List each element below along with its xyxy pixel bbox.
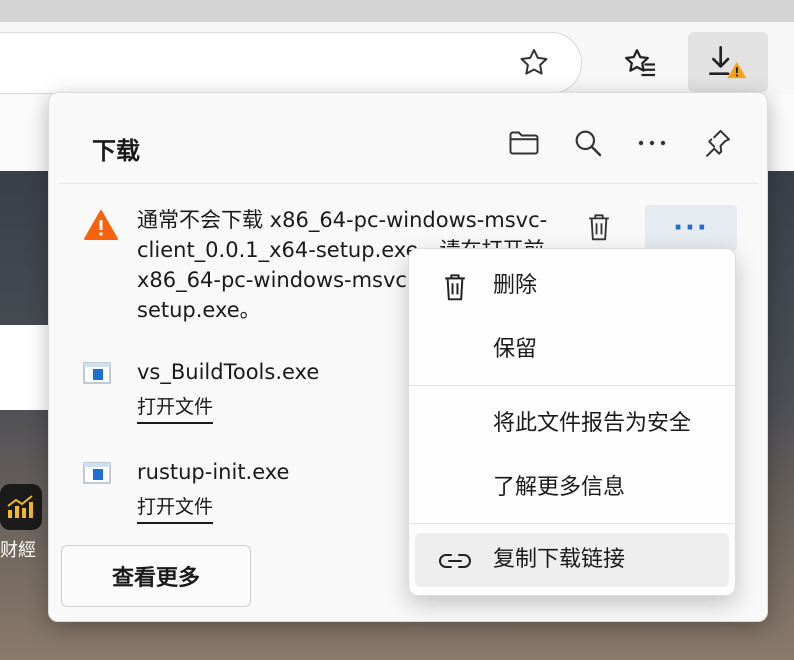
browser-toolbar [0, 22, 794, 94]
see-more-button[interactable]: 查看更多 [61, 545, 251, 607]
search-icon[interactable] [566, 121, 610, 165]
pin-icon[interactable] [695, 121, 739, 165]
file-name: vs_BuildTools.exe [137, 360, 320, 384]
finance-caption: 财經 [0, 540, 36, 561]
downloads-icon[interactable] [688, 32, 768, 92]
more-options-icon[interactable] [630, 121, 674, 165]
exe-file-icon [83, 361, 111, 385]
warning-icon [83, 209, 119, 245]
menu-item-copy-link[interactable]: 复制下载链接 [415, 533, 729, 587]
open-file-link[interactable]: 打开文件 [137, 493, 214, 524]
menu-item-label: 删除 [493, 273, 538, 298]
menu-item-label: 复制下载链接 [493, 547, 626, 572]
menu-item-delete[interactable]: 删除 [415, 259, 729, 313]
delete-download-icon[interactable] [579, 207, 619, 247]
open-folder-icon[interactable] [502, 121, 546, 165]
finance-shortcut-tile[interactable]: 财經 [0, 484, 46, 561]
flyout-title: 下载 [92, 137, 140, 165]
menu-separator [409, 523, 735, 524]
download-context-menu: 删除 保留 将此文件报告为安全 了解更多信息 复制下载链接 [408, 248, 736, 596]
trash-icon [435, 267, 475, 307]
link-icon [435, 541, 475, 581]
menu-item-label: 了解更多信息 [493, 475, 626, 500]
add-favorite-star-icon[interactable] [512, 41, 556, 85]
menu-separator [409, 385, 735, 386]
open-file-link[interactable]: 打开文件 [137, 393, 214, 424]
warning-message-line: setup.exe。 [137, 298, 261, 322]
file-name: rustup-init.exe [137, 460, 290, 484]
warning-message-line: 通常不会下载 x86_64-pc-windows-msvc- [137, 208, 548, 232]
finance-logo-icon [0, 484, 42, 530]
favorites-icon[interactable] [618, 41, 662, 85]
menu-item-learn-more[interactable]: 了解更多信息 [415, 461, 729, 515]
download-more-actions-button[interactable]: ··· [645, 205, 737, 251]
exe-file-icon [83, 461, 111, 485]
menu-item-report-safe[interactable]: 将此文件报告为安全 [415, 397, 729, 451]
menu-item-label: 保留 [493, 337, 538, 362]
flyout-divider [59, 183, 759, 184]
address-bar[interactable] [0, 32, 582, 94]
tab-strip [0, 0, 794, 22]
menu-item-label: 将此文件报告为安全 [493, 411, 692, 436]
menu-item-keep[interactable]: 保留 [415, 323, 729, 377]
